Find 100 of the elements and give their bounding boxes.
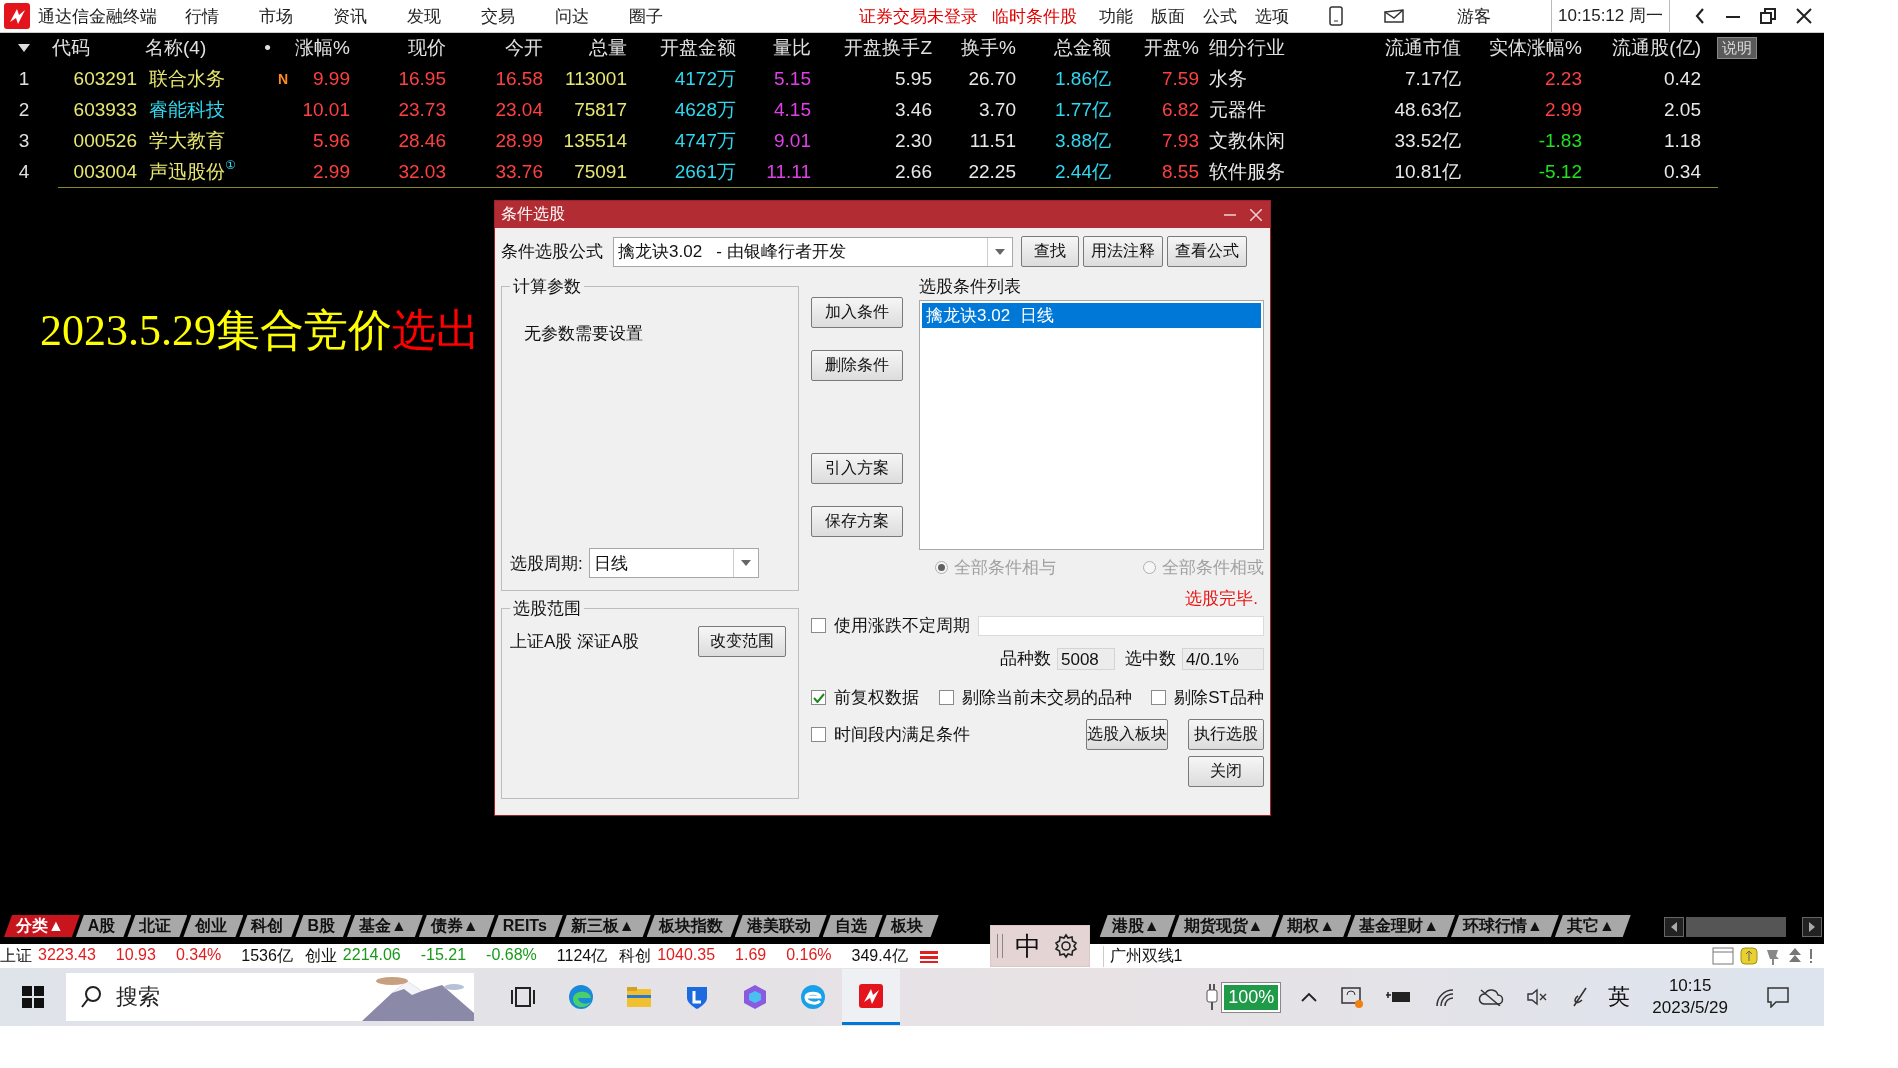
run-button[interactable]: 执行选股 <box>1188 719 1264 750</box>
market-tab[interactable]: 板块指数 <box>646 915 739 937</box>
phone-icon[interactable] <box>1329 6 1344 26</box>
column-header[interactable]: 代码 <box>48 35 145 61</box>
scrollbar-thumb[interactable] <box>1686 917 1786 937</box>
menu-item[interactable]: 资讯 <box>333 4 367 28</box>
market-tab[interactable]: A股 <box>75 915 132 937</box>
market-tab[interactable]: 基金理财▲ <box>1347 915 1456 937</box>
period-dropdown[interactable]: 日线 <box>588 548 759 578</box>
chevron-left-icon[interactable] <box>1694 7 1706 25</box>
column-header[interactable]: 流通股(亿) <box>1588 35 1707 61</box>
up-arrows-icon[interactable] <box>1788 947 1802 965</box>
market-tab[interactable]: 其它▲ <box>1554 915 1631 937</box>
column-header[interactable]: 总量 <box>549 35 633 61</box>
coin-icon[interactable] <box>1740 947 1758 965</box>
notification-icon[interactable] <box>1766 986 1790 1008</box>
column-header[interactable]: 开盘% <box>1117 35 1205 61</box>
restore-icon[interactable] <box>1760 8 1776 24</box>
condition-button[interactable]: 加入条件 <box>811 297 903 328</box>
run-button[interactable]: 选股入板块 <box>1086 719 1168 750</box>
market-tab[interactable]: 期货现货▲ <box>1171 915 1280 937</box>
menu-item[interactable]: 交易 <box>481 4 515 28</box>
formula-button[interactable]: 查找 <box>1021 236 1079 267</box>
exclamation-icon[interactable] <box>1808 948 1814 964</box>
speaker-muted-icon[interactable] <box>1526 988 1549 1006</box>
radio-button[interactable] <box>1143 561 1156 574</box>
market-tab[interactable]: 港股▲ <box>1099 915 1176 937</box>
period-input[interactable] <box>978 615 1264 636</box>
hexagon-icon[interactable] <box>742 984 768 1010</box>
explain-button[interactable]: 说明 <box>1717 37 1757 59</box>
market-tab[interactable]: 自选 <box>822 915 883 937</box>
market-tab[interactable]: 分类▲ <box>4 915 80 937</box>
column-header[interactable]: 现价 <box>356 35 452 61</box>
change-scope-button[interactable]: 改变范围 <box>698 626 786 657</box>
condition-button[interactable]: 保存方案 <box>811 506 903 537</box>
column-header[interactable]: • <box>245 37 290 59</box>
windows-logo-icon[interactable] <box>22 986 44 1008</box>
radio-button[interactable] <box>935 561 948 574</box>
checkbox[interactable] <box>1151 690 1167 705</box>
market-tab[interactable]: 基金▲ <box>346 915 423 937</box>
alert-link[interactable]: 证券交易未登录 <box>859 4 979 28</box>
power-plug-icon[interactable] <box>1204 982 1221 1012</box>
market-tab[interactable]: 科创 <box>239 915 300 937</box>
task-view-icon[interactable] <box>510 984 536 1010</box>
sort-caret-icon[interactable] <box>18 44 30 52</box>
market-tab[interactable]: B股 <box>295 915 351 937</box>
market-tab[interactable]: 创业 <box>183 915 244 937</box>
browser-e-icon[interactable] <box>800 984 826 1010</box>
market-tab[interactable]: 债券▲ <box>418 915 495 937</box>
pin-icon[interactable] <box>1764 947 1782 965</box>
checkbox[interactable] <box>811 618 826 633</box>
column-header[interactable]: 换手% <box>938 35 1022 61</box>
column-header[interactable]: 量比 <box>742 35 817 61</box>
battery-charging-icon[interactable] <box>1386 989 1413 1005</box>
menu-item[interactable]: 市场 <box>259 4 293 28</box>
column-header[interactable]: 总金额 <box>1022 35 1117 61</box>
menu-item[interactable]: 发现 <box>407 4 441 28</box>
chevron-up-icon[interactable] <box>1300 991 1319 1003</box>
sync-screen-icon[interactable] <box>1340 985 1365 1009</box>
menu-item[interactable]: 公式 <box>1203 4 1238 28</box>
column-header[interactable]: 流通市值 <box>1330 35 1467 61</box>
menu-item[interactable]: 功能 <box>1099 4 1134 28</box>
cloud-off-icon[interactable] <box>1478 988 1505 1006</box>
formula-button[interactable]: 用法注释 <box>1083 236 1163 267</box>
input-language-button[interactable]: 英 <box>1608 982 1631 1012</box>
market-tab[interactable]: REITs <box>490 915 563 937</box>
shield-letter-icon[interactable] <box>684 984 710 1010</box>
mail-icon[interactable] <box>1383 8 1406 24</box>
scroll-right-icon[interactable] <box>1802 917 1822 937</box>
market-tab[interactable]: 港美联动 <box>734 915 827 937</box>
ime-mode-button[interactable]: 中 <box>1015 928 1041 964</box>
menu-item[interactable]: 圈子 <box>629 4 663 28</box>
app-logo-icon[interactable] <box>858 982 884 1009</box>
column-header[interactable]: 实体涨幅% <box>1467 35 1588 61</box>
menu-item[interactable]: 问达 <box>555 4 589 28</box>
menu-item[interactable]: 选项 <box>1255 4 1290 28</box>
alert-link[interactable]: 临时条件股 <box>992 4 1078 28</box>
clock-time[interactable]: 10:15 <box>1668 975 1712 997</box>
market-tab[interactable]: 期权▲ <box>1275 915 1352 937</box>
checkbox[interactable] <box>811 727 826 742</box>
menu-item[interactable]: 行情 <box>185 4 219 28</box>
column-header[interactable]: 开盘金额 <box>633 35 742 61</box>
market-tab[interactable]: 环球行情▲ <box>1451 915 1559 937</box>
condition-button[interactable]: 删除条件 <box>811 350 903 381</box>
clock-date[interactable]: 2023/5/29 <box>1652 997 1728 1019</box>
folder-icon[interactable] <box>626 984 652 1010</box>
condition-button[interactable]: 引入方案 <box>811 453 903 484</box>
formula-button[interactable]: 查看公式 <box>1167 236 1247 267</box>
checkbox[interactable] <box>938 690 954 705</box>
column-header[interactable]: 开盘换手Z <box>817 35 938 61</box>
close-icon[interactable] <box>1796 8 1812 24</box>
settings-icon[interactable] <box>1053 933 1079 959</box>
checkbox[interactable] <box>811 690 826 705</box>
formula-dropdown[interactable]: 擒龙诀3.02 - 由银峰行者开发 <box>613 236 1013 267</box>
column-header[interactable]: 涨幅% <box>290 35 356 61</box>
scroll-left-icon[interactable] <box>1664 917 1684 937</box>
market-tab[interactable]: 板块 <box>878 915 939 937</box>
column-header[interactable]: 今开 <box>452 35 549 61</box>
menu-item[interactable]: 版面 <box>1151 4 1186 28</box>
column-header[interactable]: 细分行业 <box>1205 35 1330 61</box>
